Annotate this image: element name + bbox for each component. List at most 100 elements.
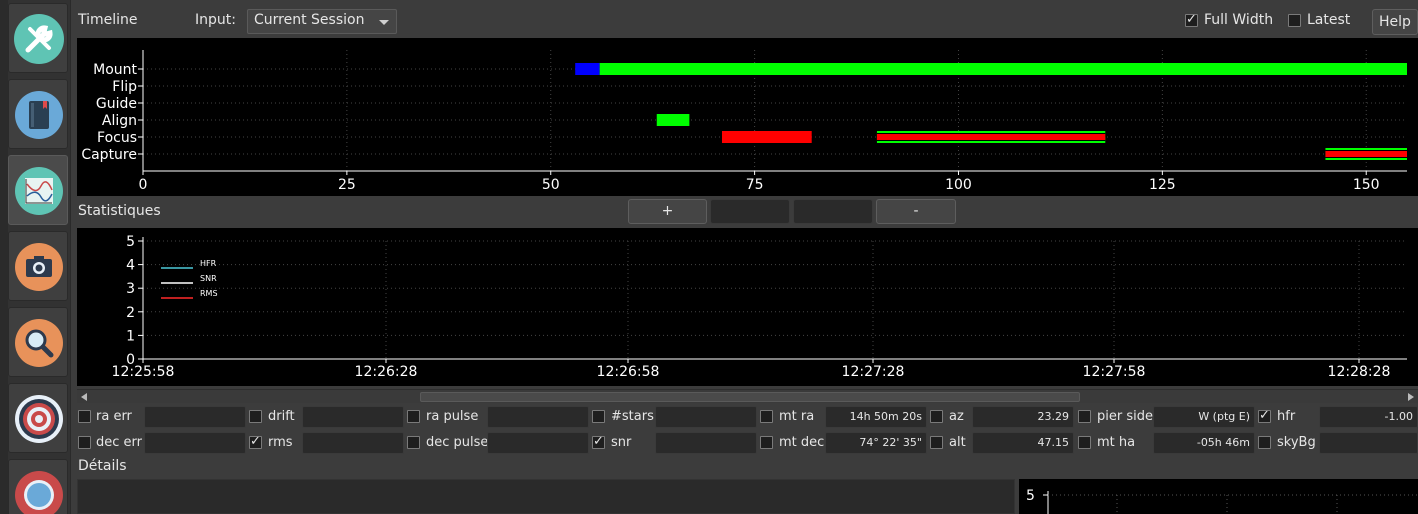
ra-pulse-value — [487, 406, 589, 428]
az-value: 23.29 — [972, 406, 1074, 428]
graph-icon — [14, 166, 64, 216]
timeline-category-label: Focus — [97, 130, 137, 146]
timeline-segment[interactable] — [721, 131, 812, 143]
pier-side-label: pier side — [1097, 409, 1153, 424]
compass-icon — [14, 470, 64, 514]
timeline-plot[interactable]: Mount Flip Guide Align Focus Capture 0 25 50 75 10… — [77, 38, 1418, 196]
drift-label: drift — [268, 409, 295, 424]
mt-dec-value: 74° 22' 35" — [825, 432, 927, 454]
details-plot[interactable]: 5 — [1019, 479, 1418, 514]
mt-ra-label: mt ra — [779, 409, 815, 424]
dec-pulse-label: dec pulse — [426, 435, 489, 450]
rms-value — [302, 432, 404, 454]
mt-ha-checkbox[interactable] — [1078, 436, 1091, 449]
input-select-value: Current Session — [254, 12, 365, 28]
timeline-segment[interactable] — [876, 134, 1106, 140]
zoom-in-button[interactable]: + — [628, 199, 707, 224]
dock-button-capture[interactable] — [8, 231, 68, 301]
stats-plot[interactable]: 0 1 2 3 4 5 12:25:58 12:26:28 12:26:58 12:27:28 12… — [77, 228, 1418, 386]
drift-checkbox[interactable] — [249, 410, 262, 423]
timeline-title: Timeline — [78, 12, 138, 28]
details-panel[interactable] — [77, 479, 1015, 514]
snr-value — [655, 432, 757, 454]
timeline-x-tick-label: 125 — [1149, 177, 1176, 193]
hfr-checkbox[interactable] — [1258, 408, 1271, 423]
az-checkbox[interactable] — [930, 410, 943, 423]
mt-dec-checkbox[interactable] — [760, 436, 773, 449]
mt-ra-checkbox[interactable] — [760, 410, 773, 423]
scroll-right-icon[interactable] — [1408, 393, 1414, 401]
camera-icon — [14, 242, 64, 292]
alt-label: alt — [949, 435, 966, 450]
stats-chart: 01234512:25:58 12:26:28 12:26:58 12:27:28 12… — [112, 234, 1407, 380]
dock-button-setup[interactable] — [8, 3, 68, 73]
pier-side-checkbox[interactable] — [1078, 410, 1091, 423]
stats-y-tick-label: 5 — [126, 234, 135, 250]
mt-ra-value: 14h 50m 20s — [825, 406, 927, 428]
details-chart: 5 — [1026, 488, 1418, 514]
chevron-down-icon — [379, 20, 389, 25]
timeline-segment[interactable] — [1325, 151, 1407, 157]
snr-checkbox[interactable] — [592, 434, 605, 449]
ra-pulse-label: ra pulse — [426, 409, 479, 424]
dec-err-label: dec err — [96, 435, 142, 450]
dock-button-focus[interactable] — [8, 307, 68, 377]
mt-dec-label: mt dec — [779, 435, 825, 450]
help-button[interactable]: Help — [1372, 9, 1418, 35]
stats-x-tick-label: 12:26:28 — [355, 364, 418, 380]
stats-x-tick-label: 12:27:28 — [842, 364, 905, 380]
dock-button-analyze[interactable] — [8, 155, 68, 225]
stats-legend-label: SNR — [200, 274, 217, 283]
dock-button-align[interactable] — [8, 383, 68, 453]
timeline-segment[interactable] — [575, 63, 600, 75]
stats-x-tick-label: 12:28:28 — [1328, 364, 1391, 380]
details-title: Détails — [78, 458, 127, 474]
stars-checkbox[interactable] — [592, 410, 605, 423]
latest-checkbox[interactable] — [1288, 14, 1301, 27]
mt-ha-value: -05h 46m — [1153, 432, 1255, 454]
rms-checkbox[interactable] — [249, 434, 262, 449]
timeline-segment[interactable] — [656, 114, 690, 126]
ra-err-label: ra err — [96, 409, 132, 424]
timeline-x-tick-label: 100 — [945, 177, 972, 193]
pier-side-value: W (ptg E) — [1153, 406, 1255, 428]
dock-button-guide[interactable] — [8, 459, 68, 514]
timeline-category-label: Capture — [81, 147, 137, 163]
dec-err-checkbox[interactable] — [78, 436, 91, 449]
ra-err-value — [144, 406, 246, 428]
scroll-left-icon[interactable] — [81, 393, 87, 401]
dock-button-scheduler[interactable] — [8, 79, 68, 149]
zoom-field-2[interactable] — [793, 199, 873, 224]
tools-icon — [14, 14, 64, 64]
timeline-category-label: Flip — [112, 79, 137, 95]
timeline-segment-gap — [1325, 157, 1407, 158]
full-width-checkbox[interactable] — [1185, 12, 1198, 27]
stats-scrollbar[interactable] — [77, 389, 1418, 403]
dec-pulse-checkbox[interactable] — [407, 436, 420, 449]
input-select[interactable]: Current Session — [247, 9, 397, 34]
hfr-value: -1.00 — [1319, 406, 1418, 428]
skybg-label: skyBg — [1277, 435, 1316, 450]
zoom-field-1[interactable] — [710, 199, 790, 224]
stats-title: Statistiques — [78, 203, 161, 219]
az-label: az — [949, 409, 964, 424]
hfr-label: hfr — [1277, 409, 1296, 424]
skybg-value — [1319, 432, 1418, 454]
stats-legend-label: RMS — [200, 289, 218, 298]
timeline-segment[interactable] — [599, 63, 1407, 75]
stats-y-tick-label: 1 — [126, 328, 135, 344]
snr-label: snr — [611, 435, 632, 450]
ra-err-checkbox[interactable] — [78, 410, 91, 423]
scroll-thumb[interactable] — [420, 392, 1080, 402]
drift-value — [302, 406, 404, 428]
skybg-checkbox[interactable] — [1258, 436, 1271, 449]
alt-checkbox[interactable] — [930, 436, 943, 449]
details-y-tick: 5 — [1026, 488, 1035, 504]
zoom-out-button[interactable]: - — [876, 199, 956, 224]
stats-x-tick-label: 12:26:58 — [597, 364, 660, 380]
stars-value — [655, 406, 757, 428]
stats-y-tick-label: 2 — [126, 305, 135, 321]
ra-pulse-checkbox[interactable] — [407, 410, 420, 423]
stats-x-tick-label: 12:27:58 — [1083, 364, 1146, 380]
stars-label: #stars — [611, 409, 654, 424]
